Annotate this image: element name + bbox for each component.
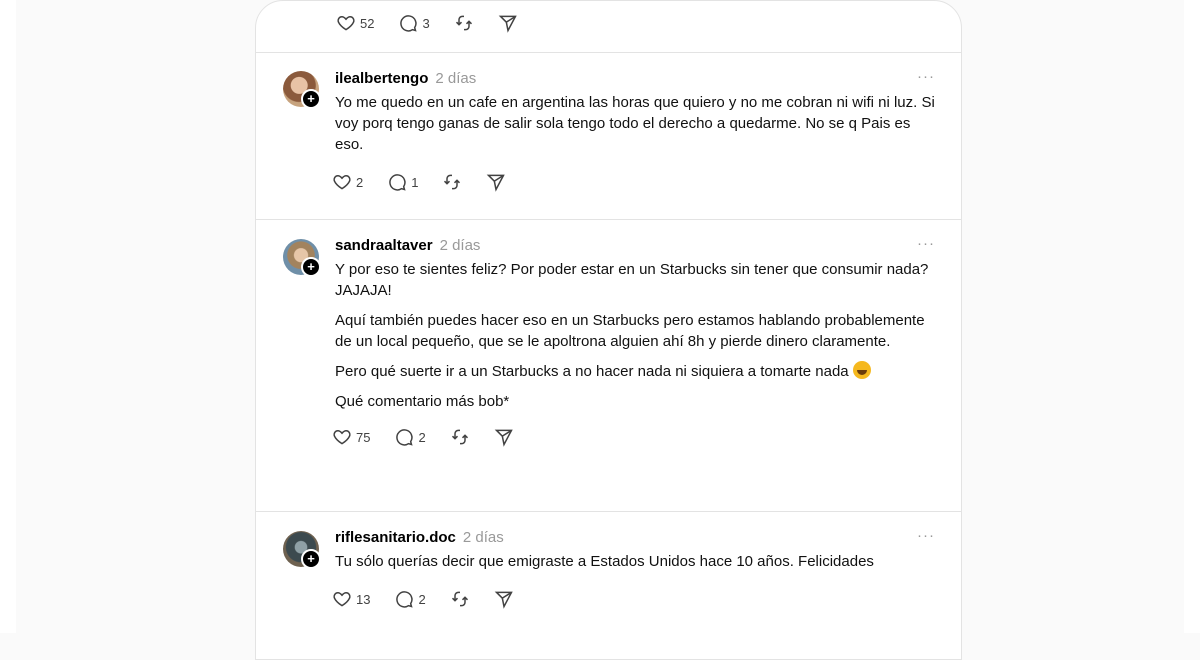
username[interactable]: riflesanitario.doc <box>335 529 456 546</box>
repost-button[interactable] <box>454 13 474 33</box>
avatar[interactable]: + <box>283 531 321 569</box>
post-actions: 2 1 <box>332 172 935 192</box>
post-text: Aquí también puedes hacer eso en un Star… <box>335 312 925 350</box>
post-meta: riflesanitario.doc 2 días <box>335 529 935 549</box>
send-icon <box>494 429 513 447</box>
share-button[interactable] <box>498 13 518 33</box>
post-actions: 13 2 <box>332 589 935 609</box>
post-body: riflesanitario.doc 2 días ··· Tu sólo qu… <box>332 527 935 609</box>
more-options-icon[interactable]: ··· <box>917 527 935 544</box>
repost-button[interactable] <box>450 427 470 447</box>
repost-icon <box>455 15 472 31</box>
reply-post: + ilealbertengo 2 días ··· Yo me quedo e… <box>256 52 961 219</box>
post-body: sandraaltaver 2 días ··· Y por eso te si… <box>332 235 935 447</box>
follow-plus-icon[interactable]: + <box>301 89 321 109</box>
like-count: 52 <box>360 15 375 31</box>
post-text: Yo me quedo en un cafe en argentina las … <box>335 94 935 153</box>
heart-icon <box>333 591 351 607</box>
laughing-face-emoji-icon <box>852 361 871 379</box>
heart-icon <box>333 429 351 445</box>
send-icon <box>498 15 517 33</box>
top-post-actions: 52 3 <box>336 13 542 33</box>
comment-icon <box>396 429 414 446</box>
repost-icon <box>451 429 468 445</box>
comment-count: 1 <box>411 174 419 190</box>
like-count: 13 <box>356 591 371 607</box>
comment-icon <box>389 174 406 191</box>
avatar[interactable]: + <box>283 239 321 277</box>
comment-count: 2 <box>418 429 426 445</box>
comment-button[interactable]: 3 <box>398 13 430 33</box>
replies-feed: 52 3 + ilealbertengo 2 días ··· Yo me qu… <box>255 0 962 660</box>
comment-icon <box>400 15 418 32</box>
post-text: Pero qué suerte ir a un Starbucks a no h… <box>335 361 935 382</box>
username[interactable]: sandraaltaver <box>335 237 433 254</box>
post-text: Tu sólo querías decir que emigraste a Es… <box>335 553 874 570</box>
send-icon <box>494 591 513 609</box>
share-button[interactable] <box>494 427 514 447</box>
send-icon <box>487 174 506 192</box>
right-gutter <box>1184 0 1200 633</box>
comment-button[interactable]: 2 <box>394 589 426 609</box>
more-options-icon[interactable]: ··· <box>917 68 935 85</box>
post-text-inline: Pero qué suerte ir a un Starbucks a no h… <box>335 363 849 380</box>
comment-count: 3 <box>422 15 430 31</box>
more-options-icon[interactable]: ··· <box>917 235 935 252</box>
timestamp[interactable]: 2 días <box>463 529 504 546</box>
timestamp[interactable]: 2 días <box>440 237 481 254</box>
left-gutter <box>0 0 16 633</box>
post-actions: 75 2 <box>332 427 935 447</box>
username[interactable]: ilealbertengo <box>335 70 428 87</box>
heart-icon <box>333 174 351 190</box>
post-meta: sandraaltaver 2 días <box>335 237 935 257</box>
post-text: Qué comentario más bob* <box>335 393 510 410</box>
follow-plus-icon[interactable]: + <box>301 257 321 277</box>
like-button[interactable]: 13 <box>332 589 370 609</box>
like-count: 2 <box>356 174 364 190</box>
repost-icon <box>451 591 468 607</box>
like-button[interactable]: 52 <box>336 13 374 33</box>
timestamp[interactable]: 2 días <box>435 70 476 87</box>
like-button[interactable]: 75 <box>332 427 370 447</box>
avatar[interactable]: + <box>283 71 321 109</box>
follow-plus-icon[interactable]: + <box>301 549 321 569</box>
share-button[interactable] <box>494 589 514 609</box>
like-count: 75 <box>356 429 371 445</box>
repost-button[interactable] <box>442 172 462 192</box>
post-text: Y por eso te sientes feliz? Por poder es… <box>335 261 929 299</box>
reply-post: + sandraaltaver 2 días ··· Y por eso te … <box>256 219 961 511</box>
post-body: ilealbertengo 2 días ··· Yo me quedo en … <box>332 68 935 192</box>
comment-button[interactable]: 2 <box>394 427 426 447</box>
post-meta: ilealbertengo 2 días <box>335 70 935 90</box>
comment-button[interactable]: 1 <box>387 172 418 192</box>
reply-post: + riflesanitario.doc 2 días ··· Tu sólo … <box>256 511 961 631</box>
heart-icon <box>337 15 355 31</box>
like-button[interactable]: 2 <box>332 172 363 192</box>
share-button[interactable] <box>486 172 506 192</box>
repost-button[interactable] <box>450 589 470 609</box>
repost-icon <box>444 174 461 190</box>
comment-count: 2 <box>418 591 426 607</box>
comment-icon <box>396 591 414 608</box>
